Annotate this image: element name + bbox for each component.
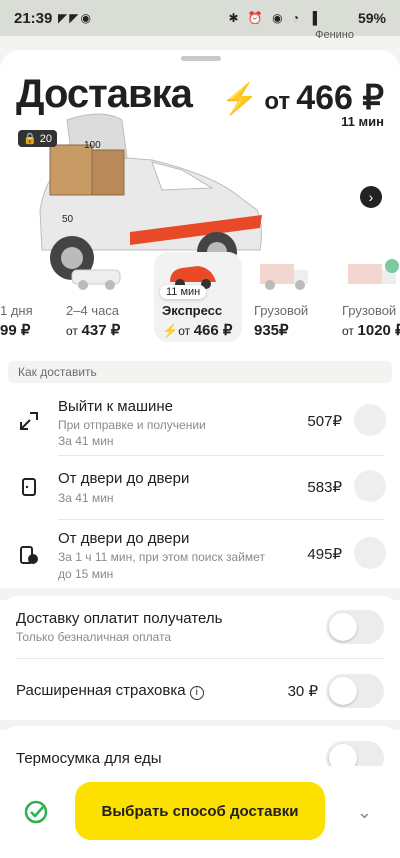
- choose-delivery-button[interactable]: Выбрать способ доставки: [75, 782, 325, 840]
- dim-height-label: 50: [62, 214, 74, 225]
- option-subtitle: За 1 ч 11 мин, при этом поиск займет: [58, 550, 265, 564]
- option-title: От двери до двери: [58, 530, 190, 547]
- system-icons: ✱ ⏰ ◉ ◔ ▐: [228, 11, 320, 25]
- hero-price-value: 466 ₽: [296, 79, 384, 117]
- tariff-price: от 437 ₽: [66, 322, 121, 339]
- cargo-weight-badge: 🔒 20: [18, 130, 57, 147]
- toggle-label: Термосумка для еды: [16, 750, 162, 767]
- option-door-to-door-slow[interactable]: От двери до двери За 1 ч 11 мин, при это…: [0, 520, 400, 584]
- option-door-to-door[interactable]: От двери до двери За 41 мин 583₽: [0, 456, 400, 520]
- bolt-icon: ⚡: [162, 323, 179, 338]
- options-card: Доставку оплатит получатель Только безна…: [0, 596, 400, 720]
- cargo-weight-value: 20: [39, 132, 52, 145]
- option-price: 495₽: [307, 546, 342, 563]
- tariff-card[interactable]: 1 дня 99 ₽: [0, 252, 33, 342]
- weight-icon: 🔒: [23, 133, 37, 145]
- option-price: 583₽: [307, 479, 342, 496]
- status-time: 21:39: [14, 10, 53, 27]
- battery-level: 59%: [357, 10, 386, 26]
- map-place-label: Фенино: [315, 29, 354, 41]
- option-subtitle: За 41 мин: [58, 434, 114, 448]
- chevron-right-icon: ›: [368, 189, 374, 205]
- notification-icons: ◤◤◉: [58, 11, 93, 25]
- door-clock-icon: [20, 546, 38, 564]
- tariff-name: Грузовой: [254, 303, 309, 318]
- tariff-eta: 11 мин: [160, 285, 207, 299]
- tariff-name: 2–4 часа: [66, 303, 120, 318]
- tariff-name: Экспресс: [162, 303, 223, 318]
- option-subtitle: до 15 мин: [58, 567, 114, 581]
- door-icon: [22, 478, 36, 496]
- tariff-card[interactable]: Грузовой от 1020 ₽: [334, 252, 400, 342]
- option-radio[interactable]: [354, 470, 386, 502]
- truck-icon: [348, 259, 399, 284]
- option-subtitle: За 41 мин: [58, 491, 114, 505]
- info-icon: i: [189, 686, 204, 700]
- hero-price-from: от: [264, 88, 291, 115]
- hero: 100 50 Доставка ⚡ от 466 ₽ 11 мин 🔒 20 ›: [0, 50, 400, 280]
- toggle-label: Расширенная страховка i: [16, 682, 204, 700]
- tariff-carousel[interactable]: 1 дня 99 ₽ 2–4 часа от 437 ₽ 11 мин Эксп…: [0, 252, 400, 352]
- option-price: 507₽: [307, 413, 342, 430]
- tariff-price: 935₽: [254, 322, 289, 339]
- insurance-price: 30 ₽: [287, 683, 318, 700]
- truck-icon: [260, 264, 308, 290]
- tariff-name: Грузовой: [342, 303, 397, 318]
- option-radio[interactable]: [354, 404, 386, 436]
- option-subtitle: При отправке и получении: [58, 418, 206, 432]
- sberpay-icon: [24, 800, 48, 824]
- hero-eta: 11 мин: [341, 114, 384, 129]
- tariff-card[interactable]: 2–4 часа от 437 ₽: [58, 252, 146, 342]
- hero-price: ⚡ от 466 ₽: [221, 78, 384, 118]
- bolt-icon: ⚡: [221, 83, 259, 116]
- option-title: Выйти к машине: [58, 398, 174, 415]
- recipient-pays-toggle[interactable]: [326, 610, 384, 644]
- car-icon: [71, 269, 121, 290]
- status-bar: 21:39 ◤◤◉ ✱ ⏰ ◉ ◔ ▐ 59% Фенино: [0, 0, 400, 41]
- option-radio[interactable]: [354, 537, 386, 569]
- tariff-name: 1 дня: [0, 303, 33, 318]
- divider: [16, 658, 384, 659]
- dim-width-label: 100: [84, 140, 101, 151]
- insurance-toggle[interactable]: [326, 674, 384, 708]
- option-walk-to-car[interactable]: Выйти к машине При отправке и получении …: [0, 390, 400, 454]
- tariff-card-selected[interactable]: 11 мин Экспресс ⚡от 466 ₽: [154, 252, 242, 342]
- next-arrow-button[interactable]: ›: [360, 186, 382, 208]
- bottom-bar: Выбрать способ доставки ⌄: [0, 766, 400, 858]
- option-title: От двери до двери: [58, 470, 190, 487]
- chevron-down-icon[interactable]: ⌄: [357, 802, 372, 823]
- delivery-sheet: 100 50 Доставка ⚡ от 466 ₽ 11 мин 🔒 20 ›…: [0, 50, 400, 858]
- toggle-subtitle: Только безналичная оплата: [16, 630, 172, 644]
- tariff-price: 99 ₽: [0, 322, 31, 339]
- tariff-price: от 1020 ₽: [342, 322, 400, 339]
- page-title: Доставка: [16, 72, 193, 116]
- section-label: Как доставить: [8, 361, 392, 383]
- toggle-label: Доставку оплатит получатель: [16, 610, 223, 627]
- walk-to-car-icon: [20, 412, 38, 430]
- tariff-card[interactable]: Грузовой 935₽: [246, 252, 334, 342]
- tariff-price: ⚡от 466 ₽: [162, 322, 233, 339]
